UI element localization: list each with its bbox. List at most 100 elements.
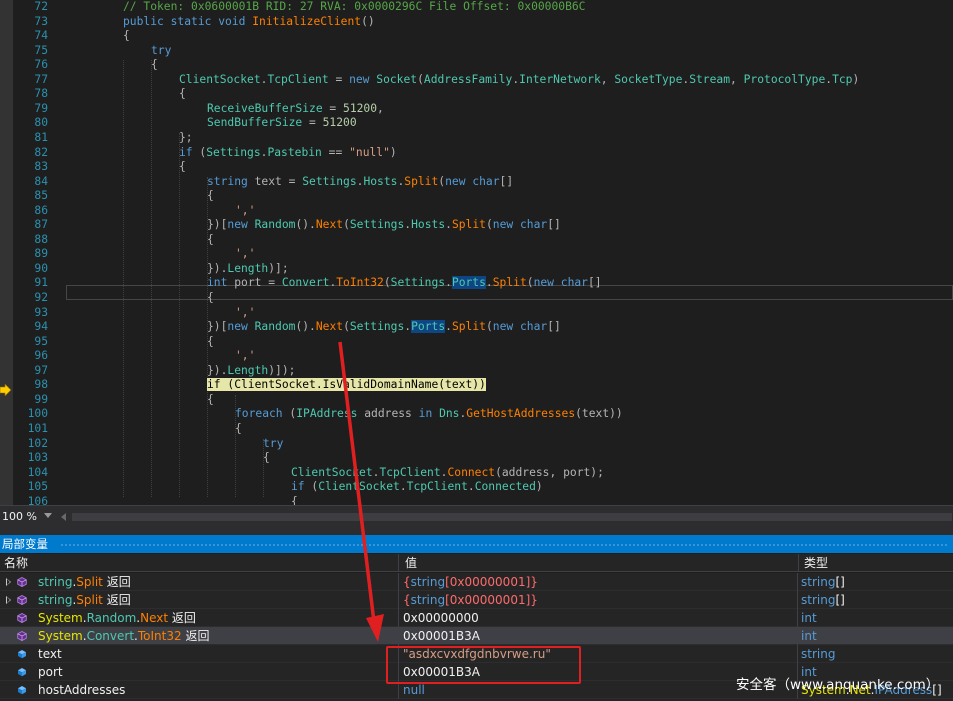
variable-name: hostAddresses <box>38 683 126 697</box>
code-text: SendBufferSize = 51200 <box>207 116 357 130</box>
code-text: { <box>207 232 214 246</box>
code-text: ClientSocket.TcpClient = new Socket(Addr… <box>179 72 860 86</box>
code-text: { <box>291 494 298 505</box>
code-line[interactable]: 74 { <box>0 29 953 44</box>
panel-splitter[interactable] <box>0 527 953 535</box>
code-line[interactable]: 75 try <box>0 44 953 59</box>
code-text: ',' <box>235 247 256 261</box>
variable-type: string[] <box>801 593 845 607</box>
annotation-highlight-box <box>386 646 581 684</box>
line-number: 97 <box>34 363 48 377</box>
code-line[interactable]: 89 ',' <box>0 247 953 262</box>
code-line[interactable]: 84 string text = Settings.Hosts.Split(new… <box>0 175 953 190</box>
line-number: 102 <box>27 436 48 450</box>
variable-value[interactable]: 0x00001B3A <box>400 627 798 645</box>
line-number: 96 <box>34 349 48 363</box>
line-number: 78 <box>34 87 48 101</box>
line-number: 90 <box>34 261 48 275</box>
code-line[interactable]: 77 ClientSocket.TcpClient = new Socket(Ad… <box>0 73 953 88</box>
expand-arrow-icon[interactable] <box>6 578 11 586</box>
code-text: ',' <box>235 203 256 217</box>
editor-status-bar: 100 % <box>0 505 953 527</box>
code-line[interactable]: 103 { <box>0 451 953 466</box>
code-line[interactable]: 73 public static void InitializeClient() <box>0 15 953 30</box>
line-number: 73 <box>34 14 48 28</box>
variable-value[interactable]: {string[0x00000001]} <box>400 573 798 591</box>
column-header-value[interactable]: 值 <box>400 554 799 572</box>
code-line[interactable]: 106 { <box>0 495 953 505</box>
locals-column-headers: 名称 值 类型 <box>0 554 953 572</box>
code-editor[interactable]: 72 // Token: 0x0600001B RID: 27 RVA: 0x00… <box>0 0 953 505</box>
code-line[interactable]: 99 { <box>0 393 953 408</box>
code-text: ReceiveBufferSize = 51200, <box>207 101 384 115</box>
horizontal-scrollbar[interactable] <box>72 513 952 521</box>
locals-panel-title: 局部变量 <box>0 535 953 553</box>
code-line[interactable]: 78 { <box>0 87 953 102</box>
code-line[interactable]: 76 { <box>0 58 953 73</box>
code-text: // Token: 0x0600001B RID: 27 RVA: 0x0000… <box>123 0 586 13</box>
column-header-type[interactable]: 类型 <box>800 554 953 572</box>
variable-name: System.Random.Next 返回 <box>38 611 196 625</box>
code-line[interactable]: 97}).Length)]); <box>0 364 953 379</box>
line-number: 99 <box>34 392 48 406</box>
chevron-down-icon[interactable] <box>44 513 52 518</box>
code-text: { <box>123 29 130 43</box>
code-text: ClientSocket.TcpClient.Connect(address, … <box>291 465 604 479</box>
scroll-left-icon[interactable] <box>61 513 66 521</box>
code-line[interactable]: 93 ',' <box>0 306 953 321</box>
table-row[interactable]: System.Random.Next 返回 0x00000000 int <box>0 609 953 627</box>
table-row[interactable]: string.Split 返回 {string[0x00000001]} strin… <box>0 573 953 591</box>
code-line[interactable]: 72 // Token: 0x0600001B RID: 27 RVA: 0x00… <box>0 0 953 15</box>
code-text: if (Settings.Pastebin == "null") <box>179 145 397 159</box>
code-text: if (ClientSocket.TcpClient.Connected) <box>291 480 543 494</box>
code-text: { <box>263 451 270 465</box>
column-header-name[interactable]: 名称 <box>0 554 399 572</box>
code-line[interactable]: 79 ReceiveBufferSize = 51200, <box>0 102 953 117</box>
expand-arrow-icon[interactable] <box>6 596 11 604</box>
line-number: 76 <box>34 58 48 72</box>
code-text: if (ClientSocket.IsValidDomainName(text)… <box>207 378 486 392</box>
code-line[interactable]: 100 foreach (IPAddress address in Dns.Get… <box>0 407 953 422</box>
variable-value[interactable]: 0x00000000 <box>400 609 798 627</box>
code-line[interactable]: 81}; <box>0 131 953 146</box>
code-text: { <box>179 87 186 101</box>
code-line[interactable]: 101 { <box>0 422 953 437</box>
method-return-icon <box>17 577 27 587</box>
code-line[interactable]: 91 int port = Convert.ToInt32(Settings.Po… <box>0 276 953 291</box>
code-line[interactable]: 102 try <box>0 437 953 452</box>
line-number: 84 <box>34 174 48 188</box>
line-number: 87 <box>34 218 48 232</box>
code-text: try <box>151 43 172 57</box>
line-number: 92 <box>34 291 48 304</box>
table-row[interactable]: System.Convert.ToInt32 返回 0x00001B3A int <box>0 627 953 645</box>
code-line[interactable]: 90}).Length)]; <box>0 262 953 277</box>
code-line[interactable]: 83 { <box>0 160 953 175</box>
code-line[interactable]: 86 ',' <box>0 204 953 219</box>
code-text: foreach (IPAddress address in Dns.GetHos… <box>235 407 623 421</box>
code-line[interactable]: 105 if (ClientSocket.TcpClient.Connected) <box>0 480 953 495</box>
variable-value[interactable]: {string[0x00000001]} <box>400 591 798 609</box>
variable-name: text <box>38 647 62 661</box>
line-number: 72 <box>34 0 48 13</box>
variable-type: int <box>801 629 817 643</box>
cell-name: string.Split 返回 <box>0 591 399 609</box>
code-line[interactable]: 95 { <box>0 335 953 350</box>
code-text: { <box>207 291 214 304</box>
code-line[interactable]: 92 { <box>0 291 953 306</box>
code-line[interactable]: 94})[new Random().Next(Settings.Ports.Sp… <box>0 320 953 335</box>
panel-title-text: 局部变量 <box>2 537 48 551</box>
code-line[interactable]: 88 { <box>0 233 953 248</box>
code-line[interactable]: 87})[new Random().Next(Settings.Hosts.Sp… <box>0 218 953 233</box>
code-line[interactable]: 82 if (Settings.Pastebin == "null") <box>0 146 953 161</box>
code-line[interactable]: 80 SendBufferSize = 51200 <box>0 116 953 131</box>
code-line[interactable]: 96 ',' <box>0 349 953 364</box>
cell-name: hostAddresses <box>0 681 399 699</box>
local-variable-icon <box>18 686 26 695</box>
code-line[interactable]: 104 ClientSocket.TcpClient.Connect(addres… <box>0 466 953 481</box>
panel-title-grip[interactable] <box>60 543 947 546</box>
method-return-icon <box>17 613 27 623</box>
code-line[interactable]: 85 { <box>0 189 953 204</box>
table-row[interactable]: string.Split 返回 {string[0x00000001]} strin… <box>0 591 953 609</box>
line-number: 86 <box>34 203 48 217</box>
code-line[interactable]: 98 if (ClientSocket.IsValidDomainName(tex… <box>0 378 953 393</box>
